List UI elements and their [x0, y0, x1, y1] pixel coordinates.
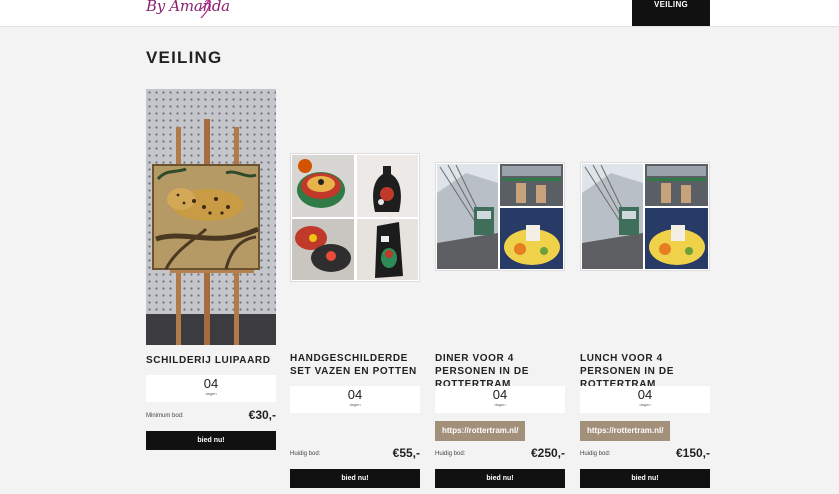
bid-label: Huidig bod: — [290, 451, 321, 457]
days-value: 04 — [492, 387, 508, 402]
painting-leopard-image[interactable] — [146, 89, 276, 345]
bid-price: €250,- — [530, 446, 565, 460]
rottertram-link[interactable]: https://rottertram.nl/ — [435, 421, 526, 441]
days-unit: dagen — [349, 402, 361, 407]
days-value: 04 — [203, 376, 219, 391]
rottertram-link[interactable]: https://rottertram.nl/ — [580, 421, 671, 441]
countdown-timer: 04 dagen — [146, 375, 276, 402]
top-bar: By Amanda VEILING — [0, 0, 839, 27]
bid-now-button[interactable]: bied nu! — [580, 469, 710, 488]
painted-vases-image[interactable] — [290, 153, 420, 282]
days-unit: dagen — [205, 391, 217, 396]
bid-label: Huidig bod: — [435, 451, 466, 457]
days-value: 04 — [637, 387, 653, 402]
days-value: 04 — [347, 387, 363, 402]
bid-price: €55,- — [392, 446, 420, 460]
countdown-timer: 04 dagen — [580, 386, 710, 413]
rottertram-lunch-image[interactable] — [580, 162, 710, 271]
nav-veiling-button[interactable]: VEILING — [632, 0, 710, 26]
auction-title[interactable]: SCHILDERIJ LUIPAARD — [146, 354, 286, 367]
countdown-timer: 04 dagen — [435, 386, 565, 413]
bid-label: Huidig bod: — [580, 451, 611, 457]
page-title: VEILING — [146, 48, 223, 67]
countdown-timer: 04 dagen — [290, 386, 420, 413]
auction-title[interactable]: HANDGESCHILDERDE SET VAZEN EN POTTEN — [290, 352, 430, 378]
logo[interactable]: By Amanda — [146, 0, 230, 15]
bid-label: Minimum bod: — [146, 413, 184, 419]
days-unit: dagen — [494, 402, 506, 407]
rottertram-dinner-image[interactable] — [435, 162, 565, 271]
bid-price: €30,- — [248, 408, 276, 422]
bid-now-button[interactable]: bied nu! — [435, 469, 565, 488]
logo-swirl-icon — [198, 0, 212, 19]
days-unit: dagen — [639, 402, 651, 407]
bid-now-button[interactable]: bied nu! — [290, 469, 420, 488]
bid-price: €150,- — [675, 446, 710, 460]
bid-now-button[interactable]: bied nu! — [146, 431, 276, 450]
